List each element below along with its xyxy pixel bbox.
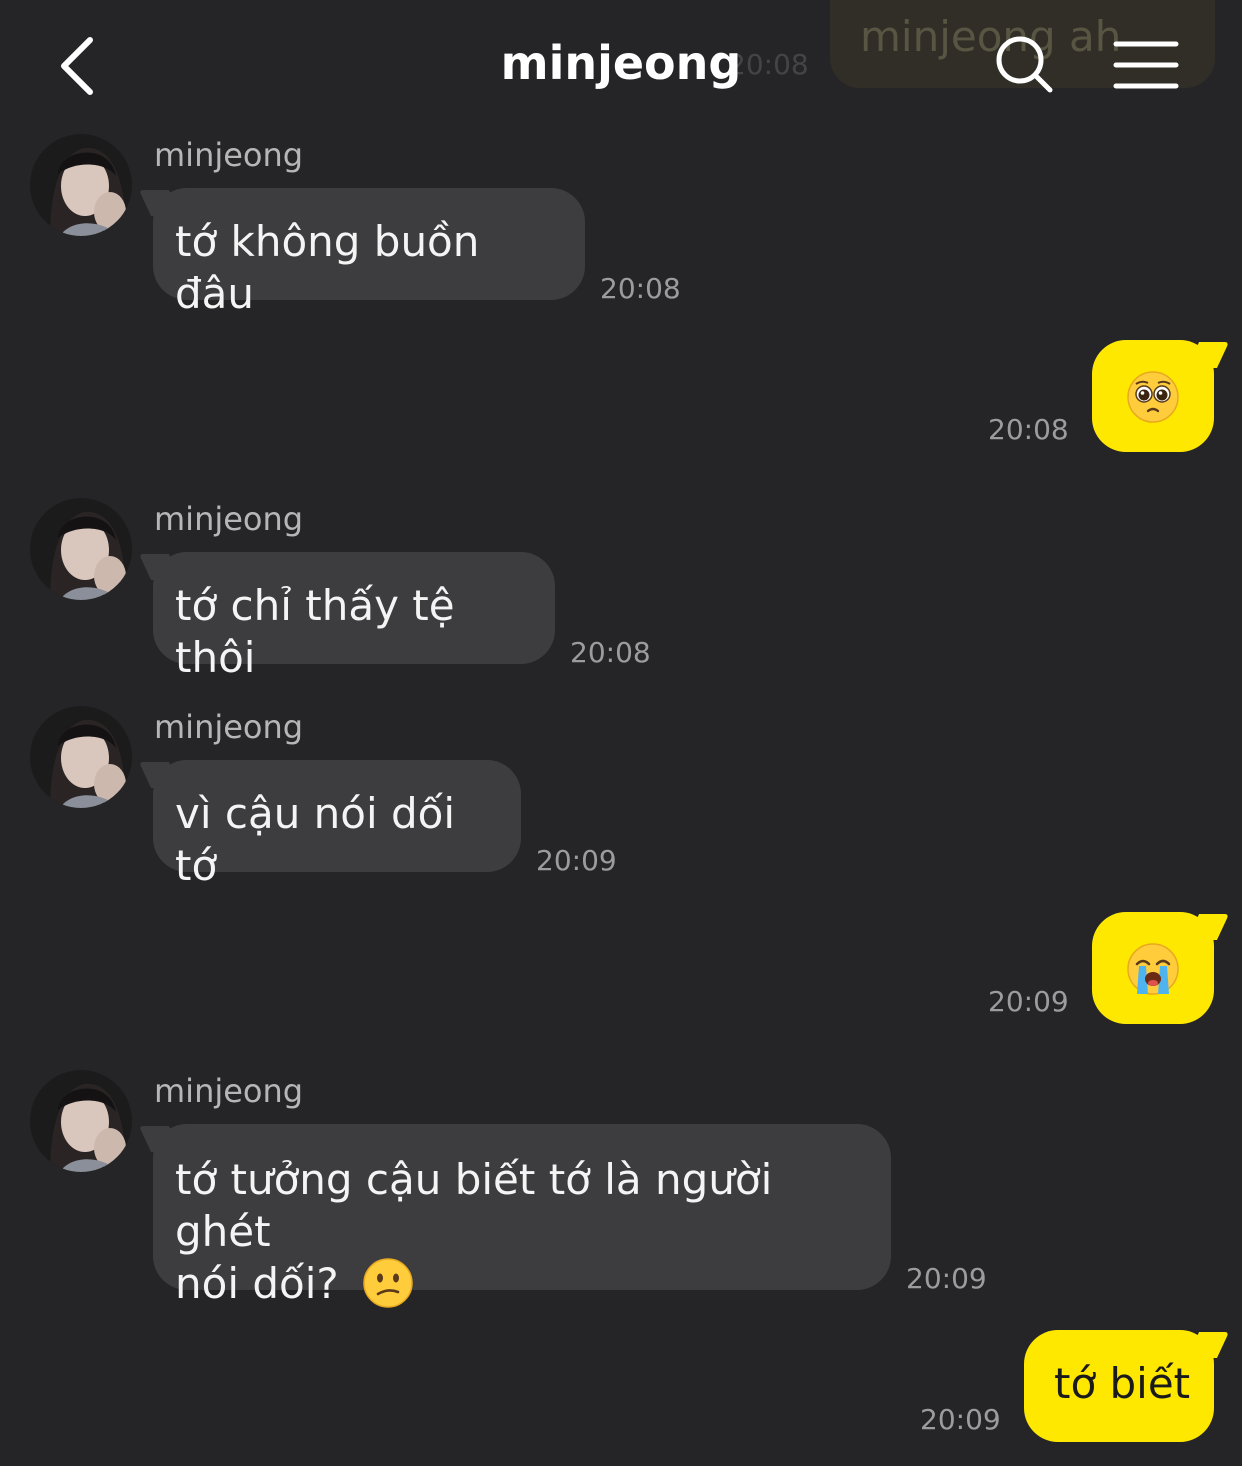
message-text: tớ chỉ thấy tệ thôi: [175, 581, 455, 682]
sender-name: minjeong: [154, 708, 304, 746]
incoming-message-bubble[interactable]: vì cậu nói dối tớ: [153, 760, 521, 890]
message-timestamp: 20:08: [570, 636, 651, 669]
sender-name: minjeong: [154, 136, 304, 174]
message-timestamp: 20:09: [906, 1262, 987, 1295]
loudly-crying-face-emoji: [1127, 943, 1179, 995]
sender-name: minjeong: [154, 1072, 304, 1110]
outgoing-message-bubble[interactable]: tớ biết: [1024, 1330, 1214, 1442]
avatar[interactable]: [30, 134, 132, 236]
chat-header: minjeong: [0, 0, 1242, 130]
menu-button[interactable]: [1112, 38, 1180, 92]
search-icon: [996, 36, 1053, 93]
confused-face-emoji: [363, 1257, 413, 1308]
search-button[interactable]: [992, 32, 1058, 98]
avatar[interactable]: [30, 1070, 132, 1172]
message-text: tớ biết: [1054, 1359, 1191, 1408]
sender-name: minjeong: [154, 500, 304, 538]
message-text: tớ không buồn đâu: [175, 217, 480, 318]
hamburger-menu-icon: [1113, 41, 1179, 89]
message-timestamp: 20:08: [600, 272, 681, 305]
outgoing-message-bubble[interactable]: [1092, 340, 1214, 452]
incoming-message-bubble[interactable]: tớ không buồn đâu: [153, 188, 585, 318]
avatar[interactable]: [30, 706, 132, 808]
message-timestamp: 20:09: [920, 1403, 1001, 1436]
message-text-line: nói dối?: [175, 1259, 339, 1308]
message-text-line: tớ tưởng cậu biết tớ là người ghét: [175, 1155, 773, 1256]
message-timestamp: 20:08: [988, 413, 1069, 446]
outgoing-message-bubble[interactable]: [1092, 912, 1214, 1024]
message-timestamp: 20:09: [988, 985, 1069, 1018]
avatar[interactable]: [30, 498, 132, 600]
message-timestamp: 20:09: [536, 844, 617, 877]
incoming-message-bubble[interactable]: tớ chỉ thấy tệ thôi: [153, 552, 555, 682]
message-text: vì cậu nói dối tớ: [175, 789, 456, 890]
incoming-message-bubble[interactable]: tớ tưởng cậu biết tớ là người ghét nói d…: [153, 1124, 891, 1308]
pleading-face-emoji: [1127, 371, 1179, 423]
